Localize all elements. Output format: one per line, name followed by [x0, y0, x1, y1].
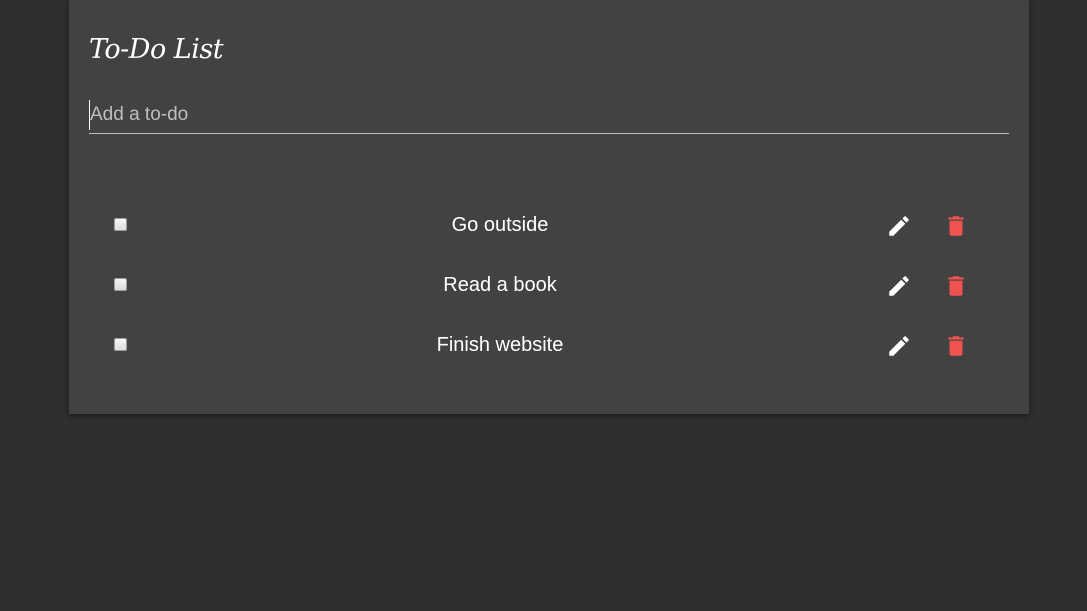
- delete-button[interactable]: [941, 211, 971, 241]
- todo-item: Read a book: [69, 255, 1029, 315]
- todo-item: Finish website: [69, 315, 1029, 375]
- edit-button[interactable]: [884, 211, 914, 241]
- trash-icon: [948, 216, 964, 236]
- todo-card: To-Do List Go outside Read a book: [69, 0, 1029, 414]
- pencil-icon: [889, 336, 909, 356]
- delete-button[interactable]: [941, 271, 971, 301]
- edit-button[interactable]: [884, 331, 914, 361]
- edit-button[interactable]: [884, 271, 914, 301]
- trash-icon: [948, 276, 964, 296]
- todo-list: Go outside Read a book Finish website: [69, 195, 1029, 375]
- todo-text: Read a book: [443, 274, 557, 296]
- new-todo-input[interactable]: [89, 100, 1010, 130]
- app-title: To-Do List: [89, 34, 224, 65]
- todo-text: Go outside: [451, 214, 549, 236]
- new-todo-field[interactable]: [89, 100, 1010, 134]
- trash-icon: [948, 336, 964, 356]
- pencil-icon: [889, 276, 909, 296]
- pencil-icon: [889, 216, 909, 236]
- todo-item: Go outside: [69, 195, 1029, 255]
- todo-text: Finish website: [436, 334, 564, 356]
- delete-button[interactable]: [941, 331, 971, 361]
